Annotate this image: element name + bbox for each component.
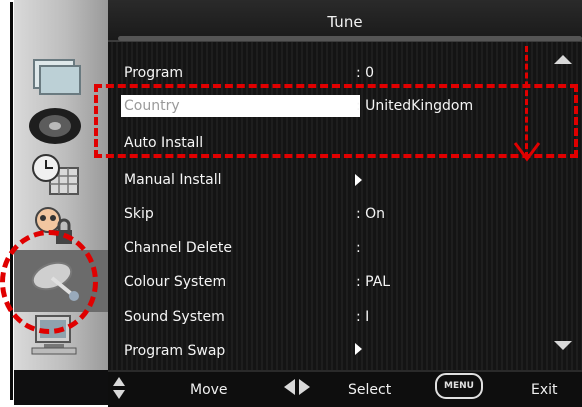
timer-icon[interactable] [26,152,84,196]
menu-item-channel-delete[interactable]: Channel Delete [124,237,232,259]
footer-select-label: Select [348,382,392,398]
up-down-arrows-icon [113,377,125,399]
menu-value-sound-system: : I [356,309,370,325]
footer-exit-label: Exit [531,382,558,398]
menu-item-program-swap[interactable]: Program Swap [124,340,225,362]
title-divider [118,36,582,41]
left-right-arrows-icon [284,379,310,395]
menu-item-manual-install[interactable]: Manual Install [124,169,221,191]
menu-title: Tune [327,13,363,31]
menu-button-icon: MENU [435,373,483,399]
submenu-arrow-icon [355,343,362,355]
menu-item-sound-system[interactable]: Sound System [124,306,225,328]
scroll-down-arrow-icon[interactable] [554,341,572,350]
menu-item-program[interactable]: Program [124,62,183,84]
menu-value-channel-delete: : [356,240,361,256]
scroll-up-arrow-icon[interactable] [554,55,572,64]
annotation-down-arrow-icon [513,142,541,162]
footer-bar [108,370,582,407]
menu-item-skip[interactable]: Skip [124,203,154,225]
annotation-sidebar-circle [0,230,98,334]
picture-icon[interactable] [26,54,84,98]
annotation-highlight-box [94,84,578,158]
submenu-arrow-icon [355,174,362,186]
menu-value-program: : 0 [356,65,375,81]
menu-value-colour-system: : PAL [356,274,391,290]
sound-icon[interactable] [26,104,84,148]
menu-value-skip: : On [356,206,386,222]
footer-move-label: Move [190,382,228,398]
menu-item-colour-system[interactable]: Colour System [124,271,226,293]
